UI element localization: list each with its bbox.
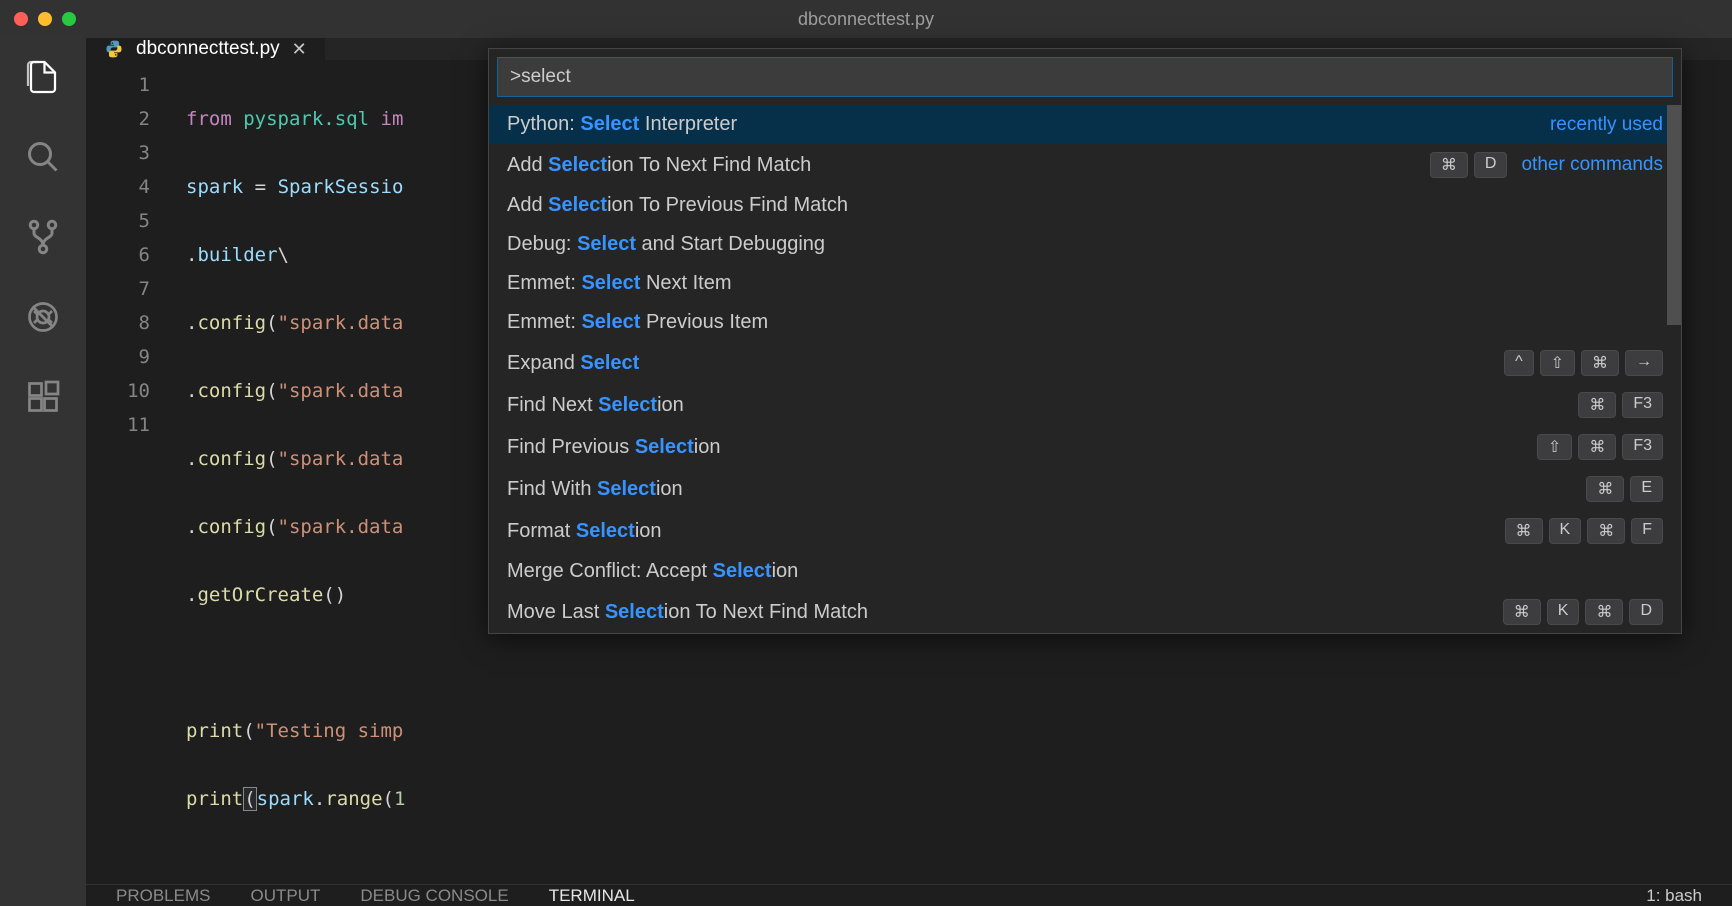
- editor-tab[interactable]: dbconnecttest.py ✕: [86, 38, 326, 60]
- extensions-icon[interactable]: [22, 376, 64, 418]
- bottom-panel: PROBLEMS OUTPUT DEBUG CONSOLE TERMINAL 1…: [86, 884, 1732, 906]
- command-palette-item[interactable]: Merge Conflict: Accept Selection: [489, 552, 1681, 591]
- command-label: Add Selection To Next Find Match: [507, 154, 811, 177]
- window-close-button[interactable]: [14, 12, 28, 26]
- traffic-lights: [14, 12, 76, 26]
- command-palette-item[interactable]: Find Previous Selection ⇧⌘F3: [489, 426, 1681, 468]
- window-minimize-button[interactable]: [38, 12, 52, 26]
- command-group-label: other commands: [1521, 154, 1663, 176]
- command-label: Expand Select: [507, 352, 639, 375]
- keyboard-shortcut: ⌘D: [1430, 152, 1508, 178]
- command-palette-item[interactable]: Emmet: Select Next Item: [489, 264, 1681, 303]
- command-label: Find Previous Selection: [507, 436, 720, 459]
- terminal-selector[interactable]: 1: bash: [1646, 886, 1702, 906]
- command-palette-item[interactable]: Emmet: Select Previous Item: [489, 303, 1681, 342]
- command-label: Emmet: Select Next Item: [507, 272, 732, 295]
- keyboard-shortcut: ⌘K⌘F: [1505, 518, 1663, 544]
- command-palette-item[interactable]: Move Last Selection To Next Find Match ⌘K…: [489, 591, 1681, 633]
- command-label: Emmet: Select Previous Item: [507, 311, 768, 334]
- command-palette-input[interactable]: [497, 57, 1673, 97]
- debug-icon[interactable]: [22, 296, 64, 338]
- command-label: Add Selection To Previous Find Match: [507, 194, 848, 217]
- keyboard-shortcut: ^⇧⌘→: [1504, 350, 1663, 376]
- command-palette-item[interactable]: Debug: Select and Start Debugging: [489, 225, 1681, 264]
- line-numbers: 1 2 3 4 5 6 7 8 9 10 11: [86, 68, 186, 884]
- command-palette-item[interactable]: Python: Select Interpreter recently used: [489, 105, 1681, 144]
- command-palette-item[interactable]: Expand Select ^⇧⌘→: [489, 342, 1681, 384]
- command-label: Format Selection: [507, 520, 662, 543]
- command-label: Find With Selection: [507, 478, 683, 501]
- panel-tab-terminal[interactable]: TERMINAL: [549, 886, 635, 906]
- scrollbar[interactable]: [1667, 105, 1681, 325]
- command-palette-list[interactable]: Python: Select Interpreter recently used A…: [489, 105, 1681, 633]
- close-icon[interactable]: ✕: [292, 39, 307, 60]
- panel-tab-output[interactable]: OUTPUT: [250, 886, 320, 906]
- command-palette-item[interactable]: Find Next Selection ⌘F3: [489, 384, 1681, 426]
- keyboard-shortcut: ⇧⌘F3: [1537, 434, 1663, 460]
- command-group-label: recently used: [1550, 114, 1663, 136]
- tab-filename: dbconnecttest.py: [136, 38, 280, 60]
- command-palette-item[interactable]: Format Selection ⌘K⌘F: [489, 510, 1681, 552]
- explorer-icon[interactable]: [22, 56, 64, 98]
- panel-tab-problems[interactable]: PROBLEMS: [116, 886, 210, 906]
- command-palette-item[interactable]: Add Selection To Previous Find Match: [489, 186, 1681, 225]
- command-palette-item[interactable]: Find With Selection ⌘E: [489, 468, 1681, 510]
- workbench: dbconnecttest.py ✕ 1 2 3 4 5 6 7 8 9 10 …: [0, 38, 1732, 906]
- titlebar: dbconnecttest.py: [0, 0, 1732, 38]
- activity-bar: [0, 38, 86, 906]
- keyboard-shortcut: ⌘F3: [1578, 392, 1663, 418]
- keyboard-shortcut: ⌘K⌘D: [1503, 599, 1663, 625]
- keyboard-shortcut: ⌘E: [1586, 476, 1663, 502]
- command-label: Move Last Selection To Next Find Match: [507, 601, 868, 624]
- source-control-icon[interactable]: [22, 216, 64, 258]
- command-label: Debug: Select and Start Debugging: [507, 233, 825, 256]
- window-title: dbconnecttest.py: [0, 9, 1732, 30]
- panel-tab-debug-console[interactable]: DEBUG CONSOLE: [360, 886, 508, 906]
- command-palette-item[interactable]: Add Selection To Next Find Match ⌘D other …: [489, 144, 1681, 186]
- command-label: Find Next Selection: [507, 394, 684, 417]
- python-file-icon: [104, 39, 124, 59]
- command-label: Merge Conflict: Accept Selection: [507, 560, 798, 583]
- editor-area: dbconnecttest.py ✕ 1 2 3 4 5 6 7 8 9 10 …: [86, 38, 1732, 906]
- window-maximize-button[interactable]: [62, 12, 76, 26]
- command-palette: Python: Select Interpreter recently used A…: [488, 48, 1682, 634]
- command-label: Python: Select Interpreter: [507, 113, 737, 136]
- search-icon[interactable]: [22, 136, 64, 178]
